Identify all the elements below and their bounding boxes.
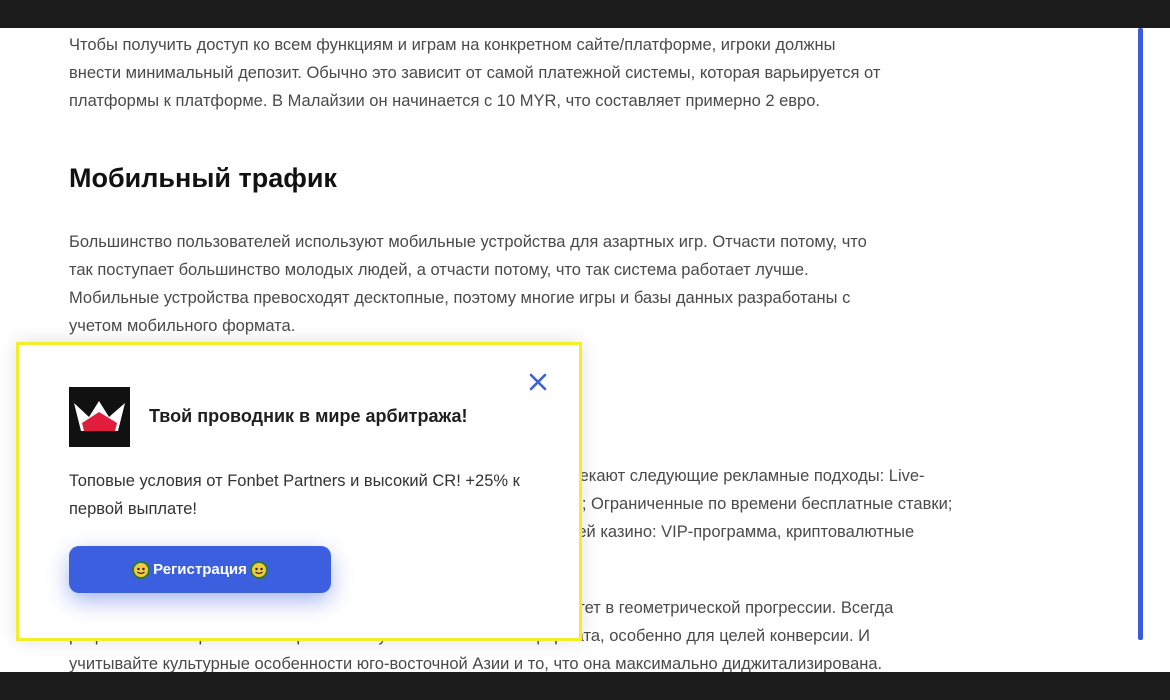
text-line: учитывайте культурные особенности юго-во… — [69, 655, 883, 672]
emoji-icon — [132, 560, 151, 579]
popup-title: Твой проводник в мире арбитража! — [149, 406, 468, 426]
top-dark-bar — [0, 0, 1170, 28]
crown-logo-icon — [69, 387, 130, 447]
register-button-label: Регистрация — [153, 561, 247, 578]
text-line: лекают следующие рекламные подходы: Live… — [570, 467, 925, 485]
bottom-dark-bar — [0, 672, 1170, 700]
text-line: Мобильные устройства превосходят десктоп… — [69, 289, 851, 307]
text-line: так поступает большинство молодых людей,… — [69, 261, 809, 279]
text-line: ы; Ограниченные по времени бесплатные ст… — [570, 495, 953, 513]
text-line: тей казино: VIP-программа, криптовалютны… — [570, 523, 915, 541]
scrollbar-thumb[interactable] — [1138, 28, 1143, 640]
text-line: учетом мобильного формата. — [69, 317, 296, 335]
text-line: внести минимальный депозит. Обычно это з… — [69, 64, 881, 82]
section-heading: Мобильный трафик — [69, 163, 337, 193]
paragraph-ad-approaches: лекают следующие рекламные подходы: Live… — [570, 462, 1050, 546]
text-line: Чтобы получить доступ ко всем функциям и… — [69, 36, 836, 54]
close-icon[interactable] — [526, 370, 550, 394]
register-button[interactable]: Регистрация — [69, 546, 331, 593]
paragraph-deposit: Чтобы получить доступ ко всем функциям и… — [69, 31, 1069, 115]
emoji-icon — [249, 560, 268, 579]
paragraph-mobile-traffic: Большинство пользователей используют моб… — [69, 228, 1069, 340]
text-line: платформы к платформе. В Малайзии он нач… — [69, 92, 820, 110]
text-line: Большинство пользователей используют моб… — [69, 233, 867, 251]
popup-description: Топовые условия от Fonbet Partners и выс… — [69, 472, 520, 518]
